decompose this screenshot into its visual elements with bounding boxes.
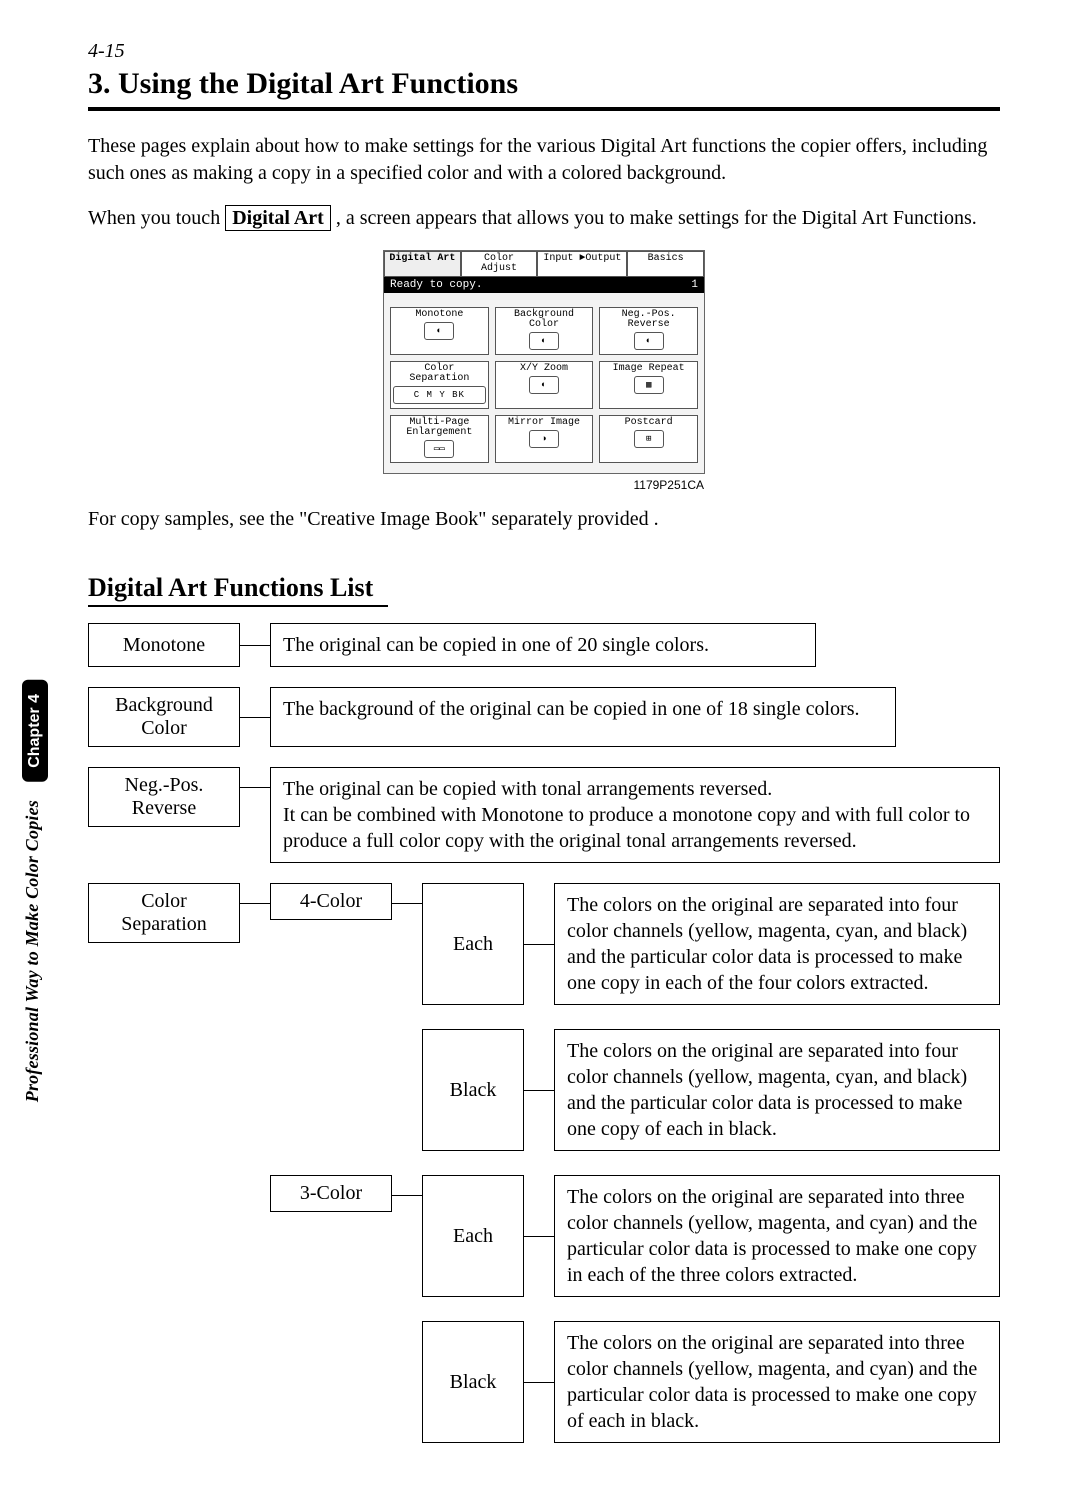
desc-3color-each: The colors on the original are separated… <box>554 1175 1000 1297</box>
screen-btn-negpos[interactable]: Neg.-Pos. Reverse ◐ <box>599 307 698 355</box>
label-bgcolor: BackgroundColor <box>88 687 240 747</box>
row-negpos: Neg.-Pos.Reverse The original can be cop… <box>88 767 1000 863</box>
label-colorsep: ColorSeparation <box>88 883 240 943</box>
label: Monotone <box>415 309 463 320</box>
tab-input-output[interactable]: Input ►Output <box>537 251 627 277</box>
functions-list: Monotone The original can be copied in o… <box>88 623 1000 1443</box>
label-black: Black <box>422 1029 524 1151</box>
multipage-icon: ▭▭ <box>424 440 454 458</box>
status-count: 1 <box>691 279 698 291</box>
connector <box>524 1175 554 1297</box>
figure-code: 1179P251CA <box>384 478 704 492</box>
chapter-caption: Professional Way to Make Color Copies <box>22 800 43 1102</box>
screen-btn-multipage[interactable]: Multi-Page Enlargement ▭▭ <box>390 415 489 463</box>
row-4color-black: Black The colors on the original are sep… <box>422 1029 1000 1151</box>
row-3color-each: Each The colors on the original are sepa… <box>422 1175 1000 1297</box>
label: Mirror Image <box>508 417 580 428</box>
intro-text-a: When you touch <box>88 207 225 229</box>
intro-paragraph-1: These pages explain about how to make se… <box>88 133 1000 187</box>
row-4color-each: Each The colors on the original are sepa… <box>422 883 1000 1005</box>
label: Postcard <box>625 417 673 428</box>
label: Neg.-Pos. Reverse <box>622 309 676 330</box>
desc-negpos: The original can be copied with tonal ar… <box>270 767 1000 863</box>
sub-rule <box>88 605 388 607</box>
section-title: 3. Using the Digital Art Functions <box>88 67 1000 101</box>
desc-4color-black: The colors on the original are separated… <box>554 1029 1000 1151</box>
bgcolor-icon: ◐ <box>529 332 559 350</box>
negpos-icon: ◐ <box>634 332 664 350</box>
row-3color-black: Black The colors on the original are sep… <box>422 1321 1000 1443</box>
connector <box>240 767 270 807</box>
label-negpos: Neg.-Pos.Reverse <box>88 767 240 827</box>
connector <box>240 883 270 923</box>
screen-btn-monotone[interactable]: Monotone ◐ <box>390 307 489 355</box>
desc-monotone: The original can be copied in one of 20 … <box>270 623 816 667</box>
intro-paragraph-2: When you touch Digital Art , a screen ap… <box>88 205 1000 232</box>
connector <box>240 687 270 747</box>
label-monotone: Monotone <box>88 623 240 667</box>
label-3color: 3-Color <box>270 1175 392 1212</box>
connector <box>392 1175 422 1215</box>
side-tab: Chapter 4 Professional Way to Make Color… <box>22 680 54 1080</box>
connector <box>524 883 554 1005</box>
label-4color: 4-Color <box>270 883 392 920</box>
label: Background Color <box>514 309 574 330</box>
monotone-icon: ◐ <box>424 322 454 340</box>
label: Color Separation <box>409 363 469 384</box>
screen-figure: Digital Art Color Adjust Input ►Output B… <box>88 250 1000 474</box>
branch-4color: 4-Color Each The colors on the original … <box>270 883 1000 1151</box>
after-figure-text: For copy samples, see the "Creative Imag… <box>88 506 1000 533</box>
row-bgcolor: BackgroundColor The background of the or… <box>88 687 1000 747</box>
label-each: Each <box>422 883 524 1005</box>
label: X/Y Zoom <box>520 363 568 374</box>
label-black: Black <box>422 1321 524 1443</box>
screen-btn-xyzoom[interactable]: X/Y Zoom ◐ <box>495 361 594 409</box>
repeat-icon: ▦ <box>634 376 664 394</box>
copier-screen: Digital Art Color Adjust Input ►Output B… <box>383 250 705 474</box>
status-bar: Ready to copy. 1 <box>384 277 704 293</box>
xyzoom-icon: ◐ <box>529 376 559 394</box>
chapter-label: Chapter 4 <box>22 680 48 782</box>
postcard-icon: ⊞ <box>634 430 664 448</box>
rule <box>88 107 1000 111</box>
label: Image Repeat <box>613 363 685 374</box>
branch-3color: 3-Color Each The colors on the original … <box>270 1175 1000 1443</box>
connector <box>240 623 270 667</box>
intro-text-b: , a screen appears that allows you to ma… <box>336 207 977 229</box>
screen-btn-colorsep[interactable]: Color Separation C M Y BK <box>390 361 489 409</box>
list-heading: Digital Art Functions List <box>88 573 1000 603</box>
mirror-icon: ◑ <box>529 430 559 448</box>
tab-digital-art[interactable]: Digital Art <box>384 251 461 277</box>
screen-btn-bgcolor[interactable]: Background Color ◐ <box>495 307 594 355</box>
label: Multi-Page Enlargement <box>406 417 472 438</box>
row-colorsep: ColorSeparation 4-Color Each The colors … <box>88 883 1000 1443</box>
tab-color-adjust[interactable]: Color Adjust <box>461 251 538 277</box>
connector <box>524 1029 554 1151</box>
desc-bgcolor: The background of the original can be co… <box>270 687 896 747</box>
connector <box>392 883 422 923</box>
label-each: Each <box>422 1175 524 1297</box>
row-monotone: Monotone The original can be copied in o… <box>88 623 1000 667</box>
desc-3color-black: The colors on the original are separated… <box>554 1321 1000 1443</box>
screen-btn-imagerepeat[interactable]: Image Repeat ▦ <box>599 361 698 409</box>
screen-btn-mirror[interactable]: Mirror Image ◑ <box>495 415 594 463</box>
tab-basics[interactable]: Basics <box>627 251 704 277</box>
digital-art-button-label: Digital Art <box>225 205 331 231</box>
page-number: 4-15 <box>88 40 1000 63</box>
colorsep-icon: C M Y BK <box>393 386 486 404</box>
screen-btn-postcard[interactable]: Postcard ⊞ <box>599 415 698 463</box>
desc-4color-each: The colors on the original are separated… <box>554 883 1000 1005</box>
status-text: Ready to copy. <box>390 279 482 291</box>
connector <box>524 1321 554 1443</box>
